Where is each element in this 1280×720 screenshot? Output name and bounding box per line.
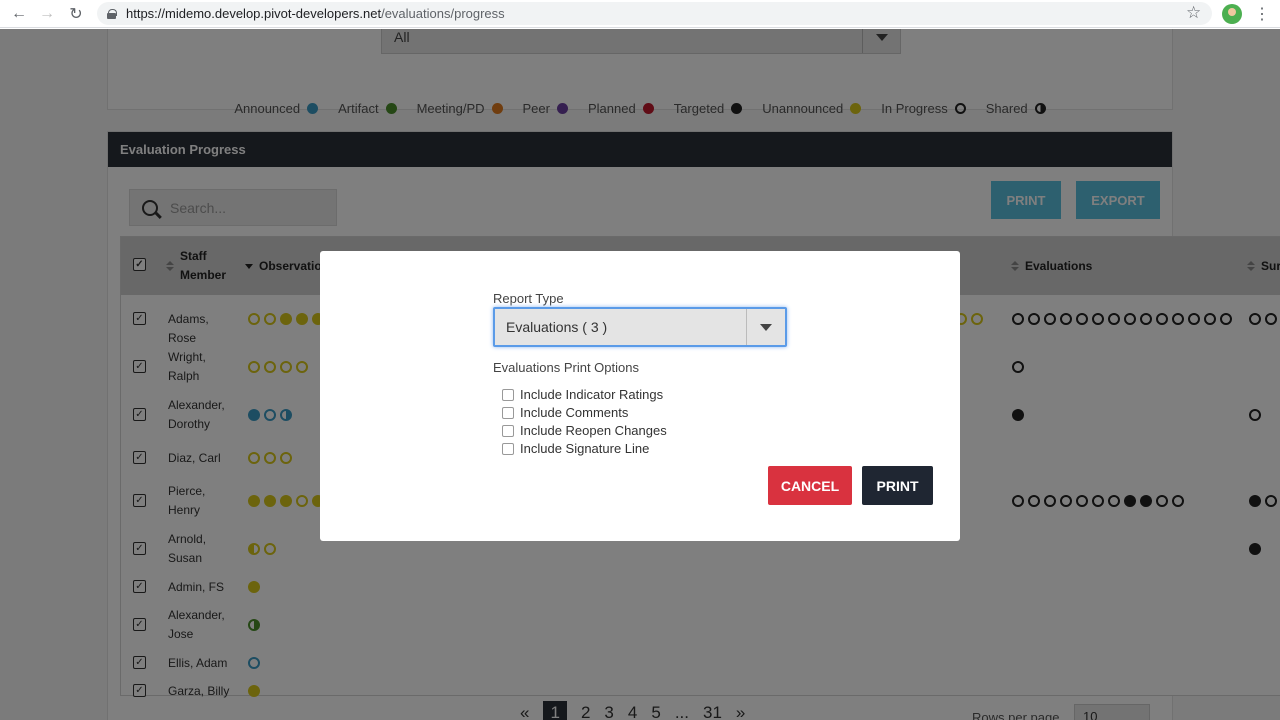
option-label: Include Comments <box>520 405 629 420</box>
option-comments[interactable]: Include Comments <box>502 405 628 420</box>
option-checkbox[interactable] <box>502 442 514 455</box>
address-bar[interactable]: https://midemo.develop.pivot-developers.… <box>97 2 1212 25</box>
modal-print-button[interactable]: PRINT <box>862 466 933 505</box>
print-report-modal: Report Type Evaluations ( 3 ) Evaluation… <box>320 251 960 541</box>
option-label: Include Signature Line <box>520 441 650 456</box>
option-checkbox[interactable] <box>502 406 514 419</box>
profile-avatar[interactable] <box>1222 4 1242 24</box>
option-checkbox[interactable] <box>502 424 514 437</box>
url-host: https://midemo.develop.pivot-developers.… <box>126 6 382 21</box>
chevron-down-icon <box>760 323 772 331</box>
option-label: Include Reopen Changes <box>520 423 667 438</box>
cancel-button[interactable]: CANCEL <box>768 466 852 505</box>
forward-icon[interactable]: → <box>33 0 61 28</box>
report-type-select[interactable]: Evaluations ( 3 ) <box>493 307 787 347</box>
reload-icon[interactable]: ↻ <box>62 0 90 28</box>
print-options-label: Evaluations Print Options <box>493 360 639 375</box>
bookmark-star-icon[interactable]: ☆ <box>1186 3 1201 23</box>
browser-menu-icon[interactable]: ⋮ <box>1254 4 1270 24</box>
back-icon[interactable]: ← <box>5 0 33 28</box>
report-type-caret[interactable] <box>746 309 785 345</box>
option-signature-line[interactable]: Include Signature Line <box>502 441 649 456</box>
report-type-value: Evaluations ( 3 ) <box>506 319 608 335</box>
option-indicator-ratings[interactable]: Include Indicator Ratings <box>502 387 663 402</box>
option-label: Include Indicator Ratings <box>520 387 664 402</box>
lock-icon <box>107 8 117 19</box>
browser-toolbar: ← → ↻ https://midemo.develop.pivot-devel… <box>0 0 1280 28</box>
url-path: /evaluations/progress <box>381 6 505 21</box>
option-checkbox[interactable] <box>502 388 514 401</box>
report-type-label: Report Type <box>493 291 564 306</box>
option-reopen-changes[interactable]: Include Reopen Changes <box>502 423 667 438</box>
